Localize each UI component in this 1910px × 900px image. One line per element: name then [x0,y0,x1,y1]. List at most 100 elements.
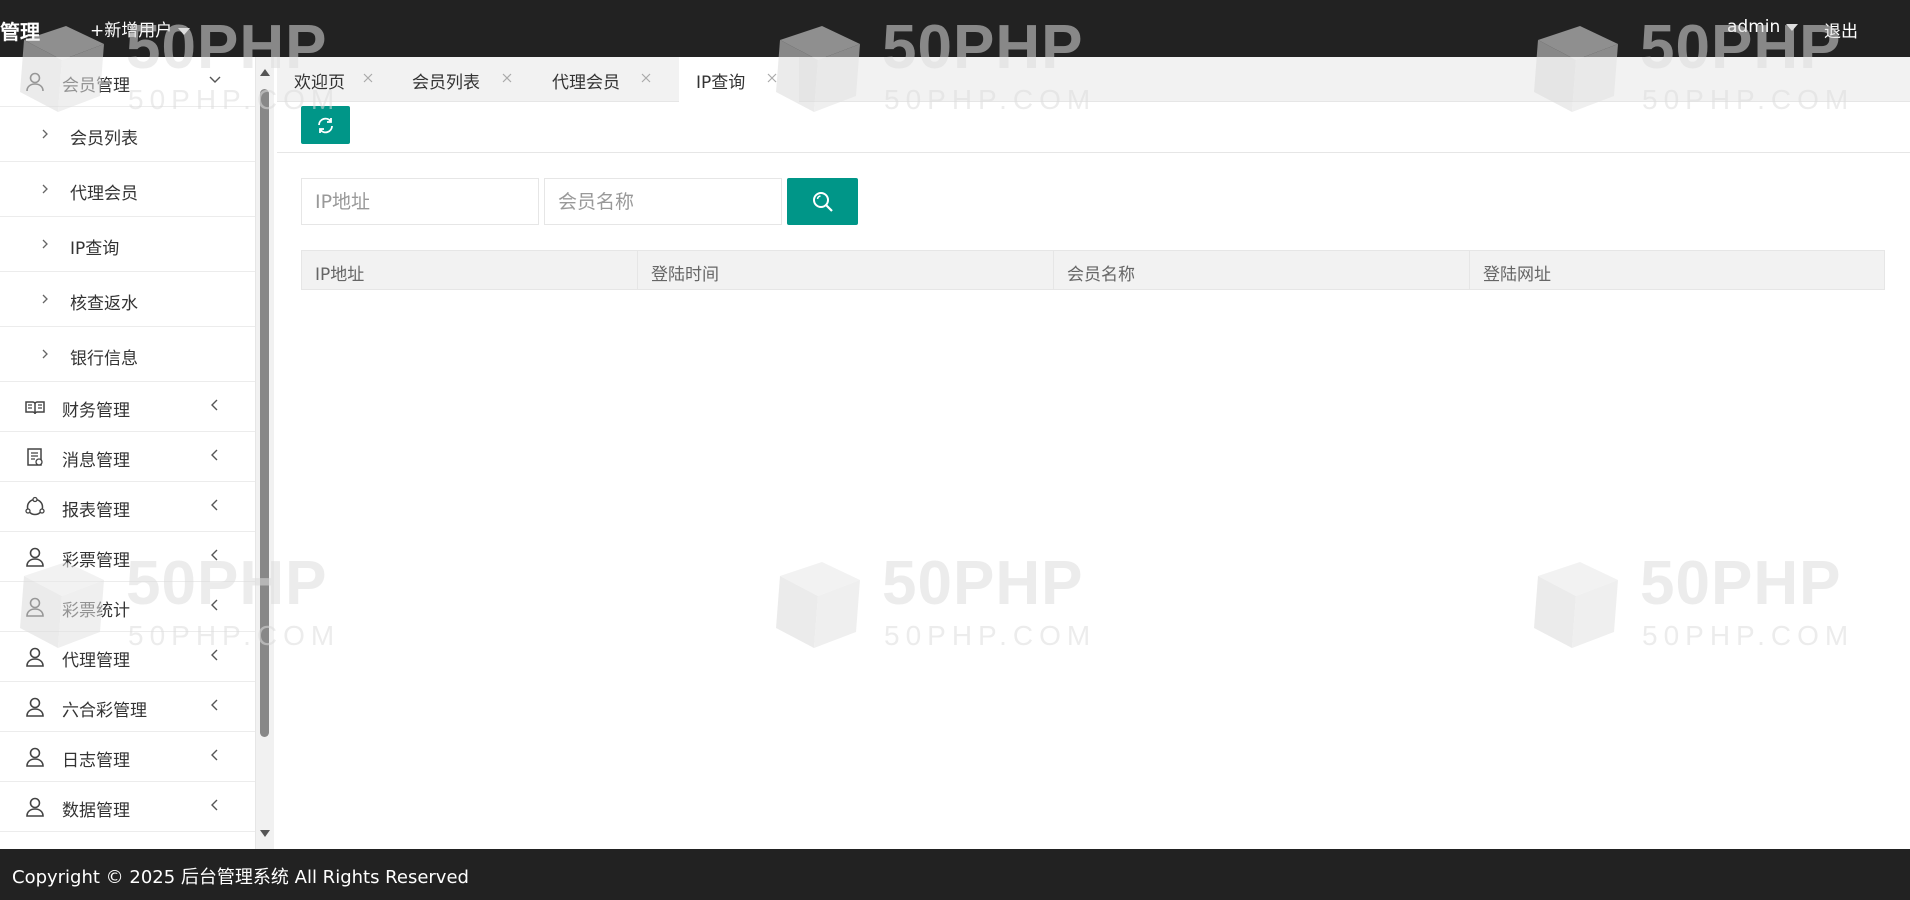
chevron-down-icon [209,76,221,83]
close-icon[interactable] [361,71,375,85]
sidebar-item-label: 彩票统计 [62,601,130,621]
column-header-login-time[interactable]: 登陆时间 [638,251,1054,289]
sidebar-subitem-label: 核查返水 [70,294,138,314]
top-header: 管理 +新增用户 admin 退出 [0,0,1910,57]
chevron-right-icon [42,294,48,304]
tab-label: 会员列表 [412,73,480,93]
sidebar-item-logs[interactable]: 日志管理 [0,732,255,782]
add-user-menu[interactable]: +新增用户 [90,16,191,41]
watermark: 50PHP 50PHP.COM [1514,536,1870,672]
chevron-left-icon [211,499,218,511]
sidebar-item-label: 日志管理 [62,751,130,771]
admin-user-menu[interactable]: admin [1727,17,1799,37]
column-header-ip[interactable]: IP地址 [302,251,638,289]
logout-link[interactable]: 退出 [1824,17,1858,42]
watermark-text: 50PHP [882,549,1084,618]
refresh-icon [318,117,333,134]
sidebar-item-label: 消息管理 [62,451,130,471]
sidebar-subitem-agent-members[interactable]: 代理会员 [0,162,255,217]
user-icon [26,72,44,92]
search-icon [813,192,833,212]
add-user-label: +新增用户 [90,21,173,41]
search-button[interactable] [787,178,858,225]
copyright-text: Copyright © 2025 后台管理系统 All Rights Reser… [12,867,469,888]
user-icon [26,697,44,717]
sidebar-item-label: 会员管理 [62,76,130,96]
sidebar-item-lottery-stats[interactable]: 彩票统计 [0,582,255,632]
member-name-input[interactable] [544,178,782,225]
chevron-left-icon [211,599,218,611]
tab-member-list[interactable]: 会员列表 [395,57,535,102]
close-icon[interactable] [500,71,514,85]
tab-label: IP查询 [696,73,746,93]
close-icon[interactable] [639,71,653,85]
chevron-left-icon [211,649,218,661]
user-icon [26,797,44,817]
sidebar-item-label: 报表管理 [62,501,130,521]
chevron-left-icon [211,399,218,411]
chevron-right-icon [42,184,48,194]
chevron-left-icon [211,749,218,761]
sidebar-subitem-label: IP查询 [70,239,120,259]
caret-down-icon [178,27,191,35]
column-header-label: 会员名称 [1067,265,1135,285]
ip-address-input[interactable] [301,178,539,225]
watermark-text: 50PHP [1640,549,1842,618]
chevron-left-icon [211,699,218,711]
message-icon [27,448,43,466]
tab-label: 欢迎页 [294,73,345,93]
table-header: IP地址 登陆时间 会员名称 登陆网址 [301,250,1885,290]
chevron-right-icon [42,129,48,139]
sidebar-item-label: 数据管理 [62,801,130,821]
chevron-left-icon [211,549,218,561]
sidebar-item-lottery-management[interactable]: 彩票管理 [0,532,255,582]
sidebar-item-label: 六合彩管理 [62,701,147,721]
tab-bar: 欢迎页 会员列表 代理会员 IP查询 [277,57,1910,103]
sidebar-subitem-label: 银行信息 [70,349,138,369]
column-header-member-name[interactable]: 会员名称 [1054,251,1470,289]
sidebar-item-label: 财务管理 [62,401,130,421]
column-header-label: IP地址 [315,265,365,285]
sidebar-item-data[interactable]: 数据管理 [0,782,255,832]
column-header-label: 登陆时间 [651,265,719,285]
tab-ip-query[interactable]: IP查询 [679,57,799,103]
scroll-up-icon[interactable] [260,69,270,76]
sidebar-subitem-member-list[interactable]: 会员列表 [0,107,255,162]
cube-logo-icon [1534,562,1618,648]
report-icon [25,496,45,516]
sidebar-subitem-rebate-check[interactable]: 核查返水 [0,272,255,327]
sidebar-subitem-label: 会员列表 [70,129,138,149]
sidebar-item-agent-management[interactable]: 代理管理 [0,632,255,682]
app-logo: 管理 [0,20,40,44]
sidebar-scrollbar[interactable] [256,57,274,849]
scroll-down-icon[interactable] [260,830,270,837]
watermark-subtext: 50PHP.COM [1642,620,1855,651]
user-icon [26,547,44,567]
chevron-right-icon [42,239,48,249]
page-footer: Copyright © 2025 后台管理系统 All Rights Reser… [0,849,1910,900]
watermark-subtext: 50PHP.COM [884,620,1097,651]
scrollbar-thumb[interactable] [260,89,269,737]
refresh-button[interactable] [301,106,350,144]
chevron-left-icon [211,799,218,811]
sidebar-item-messages[interactable]: 消息管理 [0,432,255,482]
tab-agent-members[interactable]: 代理会员 [535,57,675,102]
sidebar-subitem-label: 代理会员 [70,184,138,204]
sidebar-item-member-management[interactable]: 会员管理 [0,57,255,107]
user-icon [26,597,44,617]
sidebar-subitem-bank-info[interactable]: 银行信息 [0,327,255,382]
tab-welcome[interactable]: 欢迎页 [277,57,395,102]
book-icon [25,401,45,415]
sidebar-item-label: 代理管理 [62,651,130,671]
close-icon[interactable] [765,71,779,85]
sidebar-item-mark-six[interactable]: 六合彩管理 [0,682,255,732]
watermark: 50PHP 50PHP.COM [756,536,1112,672]
sidebar-subitem-ip-query[interactable]: IP查询 [0,217,255,272]
chevron-left-icon [211,449,218,461]
sidebar-item-finance[interactable]: 财务管理 [0,382,255,432]
sidebar-item-reports[interactable]: 报表管理 [0,482,255,532]
caret-down-icon [1786,23,1799,31]
user-icon [26,647,44,667]
column-header-login-url[interactable]: 登陆网址 [1470,251,1884,289]
sidebar-item-label: 彩票管理 [62,551,130,571]
